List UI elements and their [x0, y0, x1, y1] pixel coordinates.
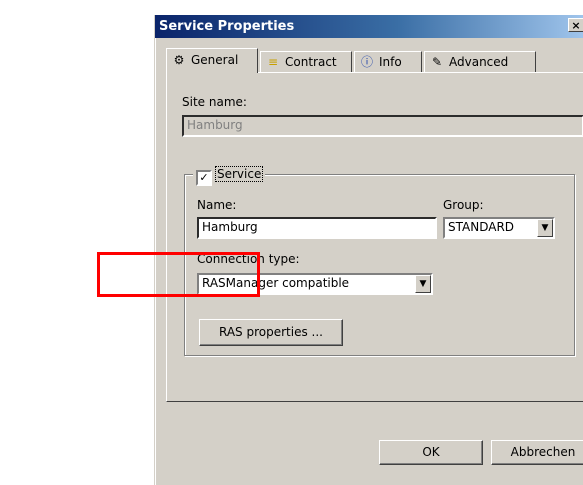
- tab-label: General: [191, 53, 239, 67]
- gear-icon: ⚙: [173, 53, 185, 67]
- tab-info[interactable]: ⓘ Info: [354, 51, 422, 72]
- title-bar: Service Properties: [155, 15, 583, 38]
- chevron-down-icon[interactable]: ▼: [415, 275, 431, 293]
- cancel-button[interactable]: Abbrechen: [491, 440, 583, 465]
- group-select[interactable]: STANDARD ▼: [443, 217, 555, 239]
- service-properties-dialog: Service Properties × ⚙ General ≡ Contract …: [154, 15, 583, 485]
- name-input[interactable]: Hamburg: [197, 217, 437, 239]
- database-icon: ≡: [267, 55, 279, 69]
- site-name-field: Hamburg: [182, 115, 583, 137]
- tab-label: Info: [379, 55, 402, 69]
- ok-button[interactable]: OK: [379, 440, 483, 465]
- tab-label: Advanced: [449, 55, 509, 69]
- tab-general[interactable]: ⚙ General: [166, 48, 258, 73]
- close-button[interactable]: ×: [568, 18, 583, 32]
- service-checkbox[interactable]: ✓ Service: [193, 166, 266, 186]
- wrench-icon: ✎: [431, 55, 443, 69]
- chevron-down-icon[interactable]: ▼: [537, 219, 553, 237]
- checkmark-icon: ✓: [196, 170, 212, 186]
- window-title: Service Properties: [159, 19, 295, 34]
- highlight-box: [97, 252, 260, 297]
- group-label: Group:: [443, 198, 484, 212]
- ras-properties-button[interactable]: RAS properties ...: [199, 319, 343, 346]
- tab-advanced[interactable]: ✎ Advanced: [424, 51, 536, 72]
- tab-label: Contract: [285, 55, 337, 69]
- service-checkbox-label: Service: [214, 166, 264, 182]
- tab-contract[interactable]: ≡ Contract: [260, 51, 352, 72]
- name-label: Name:: [197, 198, 237, 212]
- info-icon: ⓘ: [360, 55, 373, 69]
- close-icon: ×: [571, 19, 581, 32]
- site-name-label: Site name:: [182, 95, 247, 109]
- group-select-value: STANDARD: [448, 220, 515, 234]
